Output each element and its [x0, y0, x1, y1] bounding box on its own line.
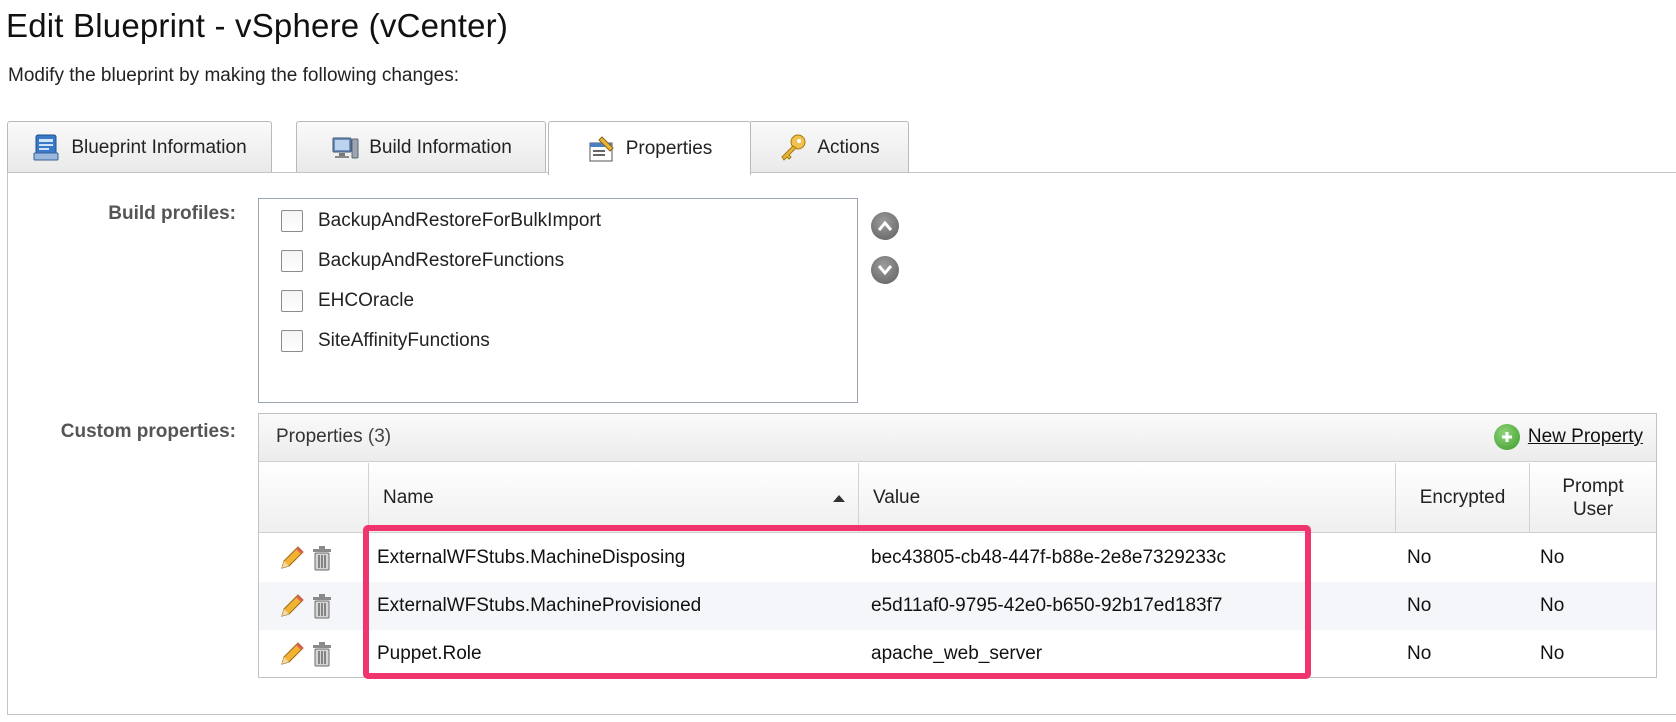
- column-header-label: Value: [873, 486, 921, 508]
- build-profile-item[interactable]: SiteAffinityFunctions: [281, 327, 490, 355]
- cell-prompt-user: No: [1540, 547, 1565, 568]
- row-actions: [277, 582, 367, 630]
- tab-label: Actions: [817, 136, 880, 158]
- column-header-value[interactable]: Value: [859, 463, 1396, 533]
- build-profile-item[interactable]: BackupAndRestoreForBulkImport: [281, 207, 601, 235]
- grid-toolbar: Properties (3) New Property: [259, 414, 1656, 462]
- delete-trash-icon[interactable]: [307, 543, 337, 573]
- edit-pencil-icon[interactable]: [277, 543, 307, 573]
- build-profile-item[interactable]: BackupAndRestoreFunctions: [281, 247, 564, 275]
- build-profile-label: EHCOracle: [318, 290, 415, 311]
- cell-name: Puppet.Role: [377, 643, 482, 664]
- cell-value: e5d11af0-9795-42e0-b650-92b17ed183f7: [871, 595, 1223, 616]
- cell-name: ExternalWFStubs.MachineProvisioned: [377, 595, 702, 616]
- chevron-down-icon: [877, 265, 893, 276]
- tab-blueprint-information[interactable]: Blueprint Information: [7, 121, 272, 173]
- edit-pencil-icon[interactable]: [277, 639, 307, 669]
- tab-label: Properties: [625, 137, 713, 159]
- sort-ascending-icon: [833, 494, 845, 502]
- properties-grid: Properties (3) New Property Name Value E…: [258, 413, 1657, 678]
- build-profiles-label: Build profiles:: [108, 203, 236, 224]
- build-computer-icon: [330, 133, 360, 163]
- add-icon: [1493, 424, 1520, 450]
- table-row[interactable]: ExternalWFStubs.MachineProvisioned e5d11…: [259, 582, 1656, 630]
- row-actions: [277, 630, 367, 678]
- table-row[interactable]: Puppet.Role apache_web_server No No: [259, 630, 1656, 678]
- checkbox[interactable]: [281, 210, 303, 232]
- checkbox[interactable]: [281, 330, 303, 352]
- delete-trash-icon[interactable]: [307, 639, 337, 669]
- cell-value: apache_web_server: [871, 643, 1043, 664]
- delete-trash-icon[interactable]: [307, 591, 337, 621]
- cell-name: ExternalWFStubs.MachineDisposing: [377, 547, 686, 568]
- blueprint-icon: [32, 133, 62, 163]
- column-header-prompt-user[interactable]: Prompt User: [1530, 463, 1656, 533]
- build-profile-item[interactable]: EHCOracle: [281, 287, 414, 315]
- chevron-up-icon: [877, 220, 893, 231]
- tab-properties[interactable]: Properties: [548, 121, 751, 175]
- move-down-button[interactable]: [871, 256, 899, 284]
- column-header-label: Name: [383, 486, 434, 508]
- cell-encrypted: No: [1407, 595, 1432, 616]
- grid-title: Properties (3): [276, 426, 391, 448]
- cell-value: bec43805-cb48-447f-b88e-2e8e7329233c: [871, 547, 1226, 568]
- column-header-encrypted[interactable]: Encrypted: [1396, 463, 1530, 533]
- column-header-actions: [259, 463, 369, 533]
- build-profile-label: BackupAndRestoreFunctions: [318, 250, 565, 271]
- column-header-label: Encrypted: [1419, 486, 1506, 508]
- cell-encrypted: No: [1407, 547, 1432, 568]
- move-up-button[interactable]: [871, 212, 899, 240]
- page-title: Edit Blueprint - vSphere (vCenter): [6, 7, 509, 44]
- column-header-name[interactable]: Name: [369, 463, 859, 533]
- checkbox[interactable]: [281, 250, 303, 272]
- tab-actions[interactable]: Actions: [749, 121, 909, 173]
- column-header-label: Prompt User: [1562, 475, 1624, 520]
- page-subtitle: Modify the blueprint by making the follo…: [8, 65, 459, 86]
- row-actions: [277, 534, 367, 582]
- tab-label: Blueprint Information: [71, 136, 247, 158]
- grid-title-text: Properties: [276, 426, 363, 447]
- grid-count: (3): [367, 426, 392, 447]
- checkbox[interactable]: [281, 290, 303, 312]
- cell-prompt-user: No: [1540, 595, 1565, 616]
- key-icon: [778, 133, 808, 163]
- edit-pencil-icon[interactable]: [277, 591, 307, 621]
- custom-properties-label: Custom properties:: [60, 421, 236, 442]
- tab-label: Build Information: [369, 136, 512, 158]
- properties-icon: [587, 134, 617, 164]
- cell-prompt-user: No: [1540, 643, 1565, 664]
- build-profiles-list[interactable]: BackupAndRestoreForBulkImport BackupAndR…: [258, 198, 858, 403]
- table-row[interactable]: ExternalWFStubs.MachineDisposing bec4380…: [259, 534, 1656, 582]
- new-property-button[interactable]: New Property: [1493, 424, 1643, 450]
- build-profile-label: SiteAffinityFunctions: [318, 330, 490, 351]
- tab-build-information[interactable]: Build Information: [296, 121, 546, 173]
- build-profile-label: BackupAndRestoreForBulkImport: [318, 210, 602, 231]
- cell-encrypted: No: [1407, 643, 1432, 664]
- new-property-label: New Property: [1527, 426, 1643, 447]
